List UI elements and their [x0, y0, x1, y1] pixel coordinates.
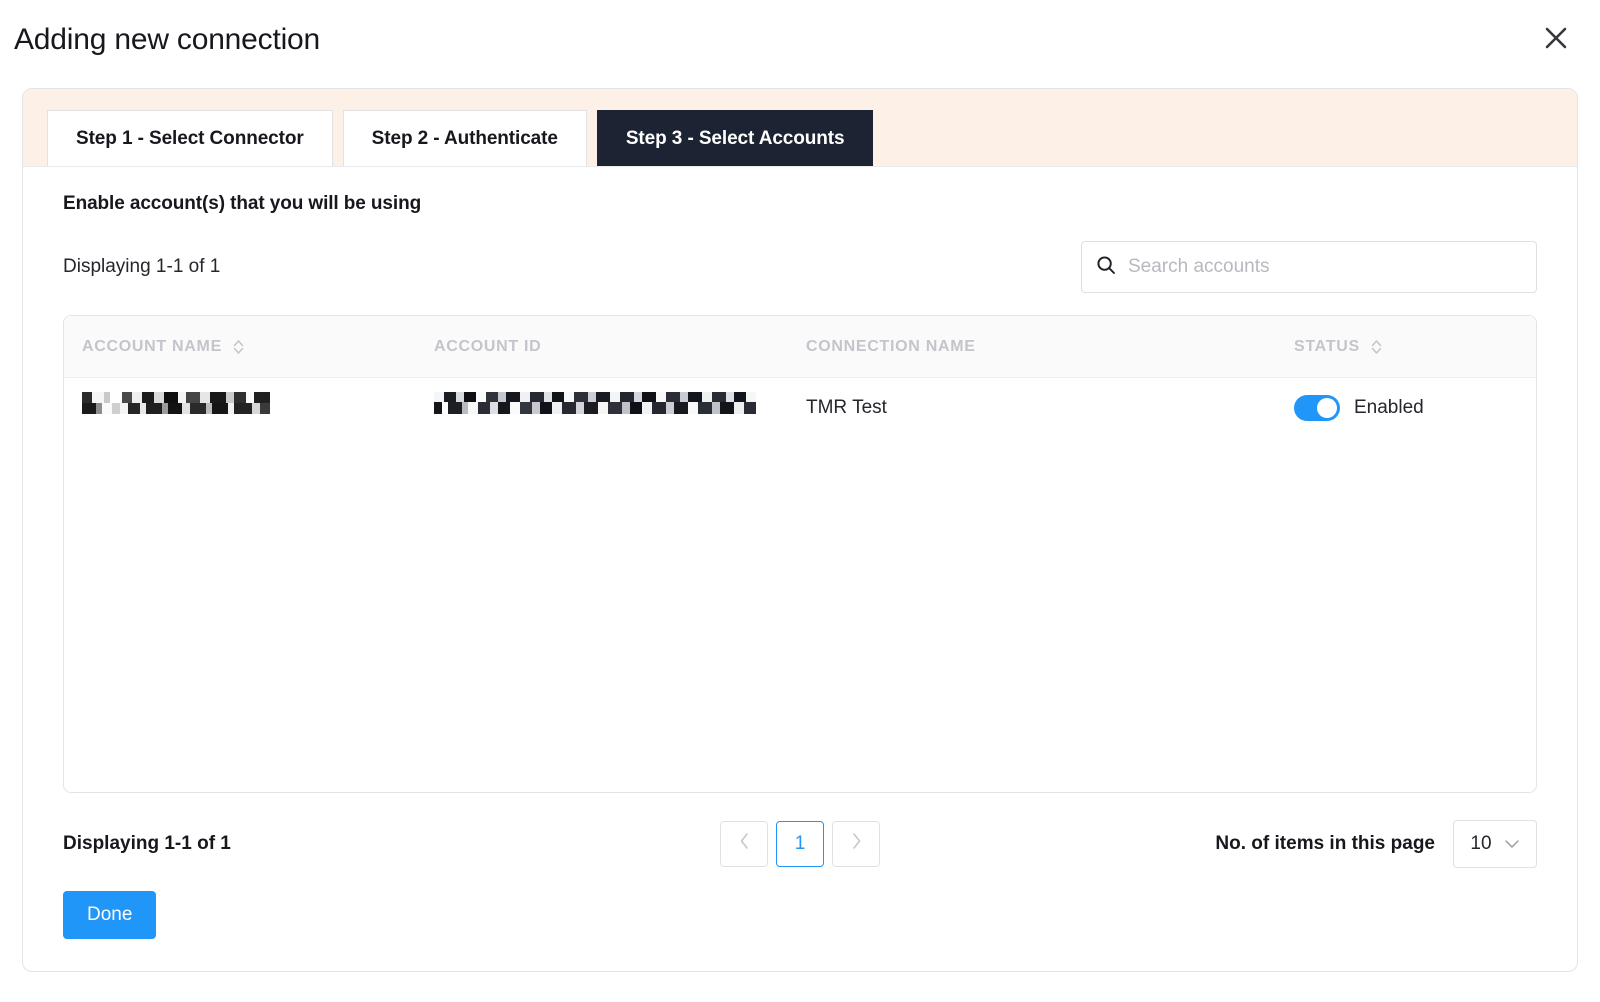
tab-step-1-label: Step 1 - Select Connector: [76, 127, 304, 149]
cell-account-name: [64, 377, 434, 439]
tab-step-1[interactable]: Step 1 - Select Connector: [47, 110, 333, 166]
chevron-left-icon: [739, 832, 750, 856]
column-header-account-id: ACCOUNT ID: [434, 316, 806, 378]
column-header-account-name[interactable]: ACCOUNT NAME: [64, 316, 434, 378]
sort-icon[interactable]: [1370, 337, 1383, 357]
redacted-account-name: [82, 391, 270, 414]
items-per-page-select[interactable]: 10: [1453, 820, 1537, 868]
column-header-status-label: STATUS: [1294, 337, 1360, 355]
sort-icon[interactable]: [232, 337, 245, 357]
items-per-page-group: No. of items in this page 10: [1215, 820, 1537, 868]
table-meta-row: Displaying 1-1 of 1: [63, 241, 1537, 293]
cell-account-id: [434, 377, 806, 439]
wizard-card: Step 1 - Select Connector Step 2 - Authe…: [22, 88, 1578, 972]
tab-step-2[interactable]: Step 2 - Authenticate: [342, 110, 587, 166]
done-button[interactable]: Done: [63, 891, 157, 939]
table-footer: Displaying 1-1 of 1 1 No. of items in th…: [63, 820, 1537, 868]
dialog-header: Adding new connection: [0, 0, 1600, 80]
items-per-page-label: No. of items in this page: [1215, 833, 1435, 854]
tab-step-2-label: Step 2 - Authenticate: [371, 127, 558, 149]
tab-step-3[interactable]: Step 3 - Select Accounts: [596, 110, 874, 166]
close-button[interactable]: [1534, 16, 1578, 60]
column-header-account-name-label: ACCOUNT NAME: [82, 337, 222, 355]
table-body: TMR Test Enabled: [64, 377, 1536, 439]
section-title: Enable account(s) that you will be using: [63, 193, 422, 214]
cell-connection-name: TMR Test: [806, 397, 887, 419]
chevron-right-icon: [851, 832, 862, 856]
pagination-next-button[interactable]: [832, 821, 880, 867]
tab-step-3-label: Step 3 - Select Accounts: [625, 127, 845, 149]
card-body: Enable account(s) that you will be using…: [23, 167, 1577, 971]
table-header: ACCOUNT NAME ACCOUNT ID CONNECTION NAME …: [64, 316, 1536, 378]
column-header-connection-name: CONNECTION NAME: [806, 316, 1294, 378]
search-icon: [1096, 255, 1126, 280]
page-title: Adding new connection: [14, 23, 321, 56]
pagination-prev-button[interactable]: [720, 821, 768, 867]
displaying-count-bottom: Displaying 1-1 of 1: [63, 833, 231, 854]
displaying-count-top: Displaying 1-1 of 1: [63, 256, 221, 277]
status-toggle[interactable]: [1294, 395, 1340, 422]
column-header-account-id-label: ACCOUNT ID: [434, 337, 542, 355]
search-input[interactable]: [1126, 255, 1522, 279]
search-box[interactable]: [1081, 241, 1537, 293]
column-header-status[interactable]: STATUS: [1294, 316, 1536, 378]
chevron-down-icon: [1504, 833, 1520, 855]
redacted-account-id: [434, 392, 756, 415]
toggle-knob: [1317, 398, 1337, 419]
accounts-table: ACCOUNT NAME ACCOUNT ID CONNECTION NAME …: [64, 316, 1536, 439]
column-header-connection-name-label: CONNECTION NAME: [806, 337, 976, 355]
pagination: 1: [720, 821, 880, 867]
accounts-table-container: ACCOUNT NAME ACCOUNT ID CONNECTION NAME …: [63, 315, 1537, 793]
table-header-row: ACCOUNT NAME ACCOUNT ID CONNECTION NAME …: [64, 316, 1536, 378]
pagination-page-1-button[interactable]: 1: [776, 821, 824, 867]
items-per-page-value: 10: [1470, 833, 1492, 854]
status-label: Enabled: [1354, 397, 1424, 419]
wizard-tabs: Step 1 - Select Connector Step 2 - Authe…: [23, 89, 1577, 167]
close-icon: [1543, 25, 1569, 51]
table-row[interactable]: TMR Test Enabled: [64, 377, 1536, 439]
cell-status: Enabled: [1294, 377, 1536, 439]
